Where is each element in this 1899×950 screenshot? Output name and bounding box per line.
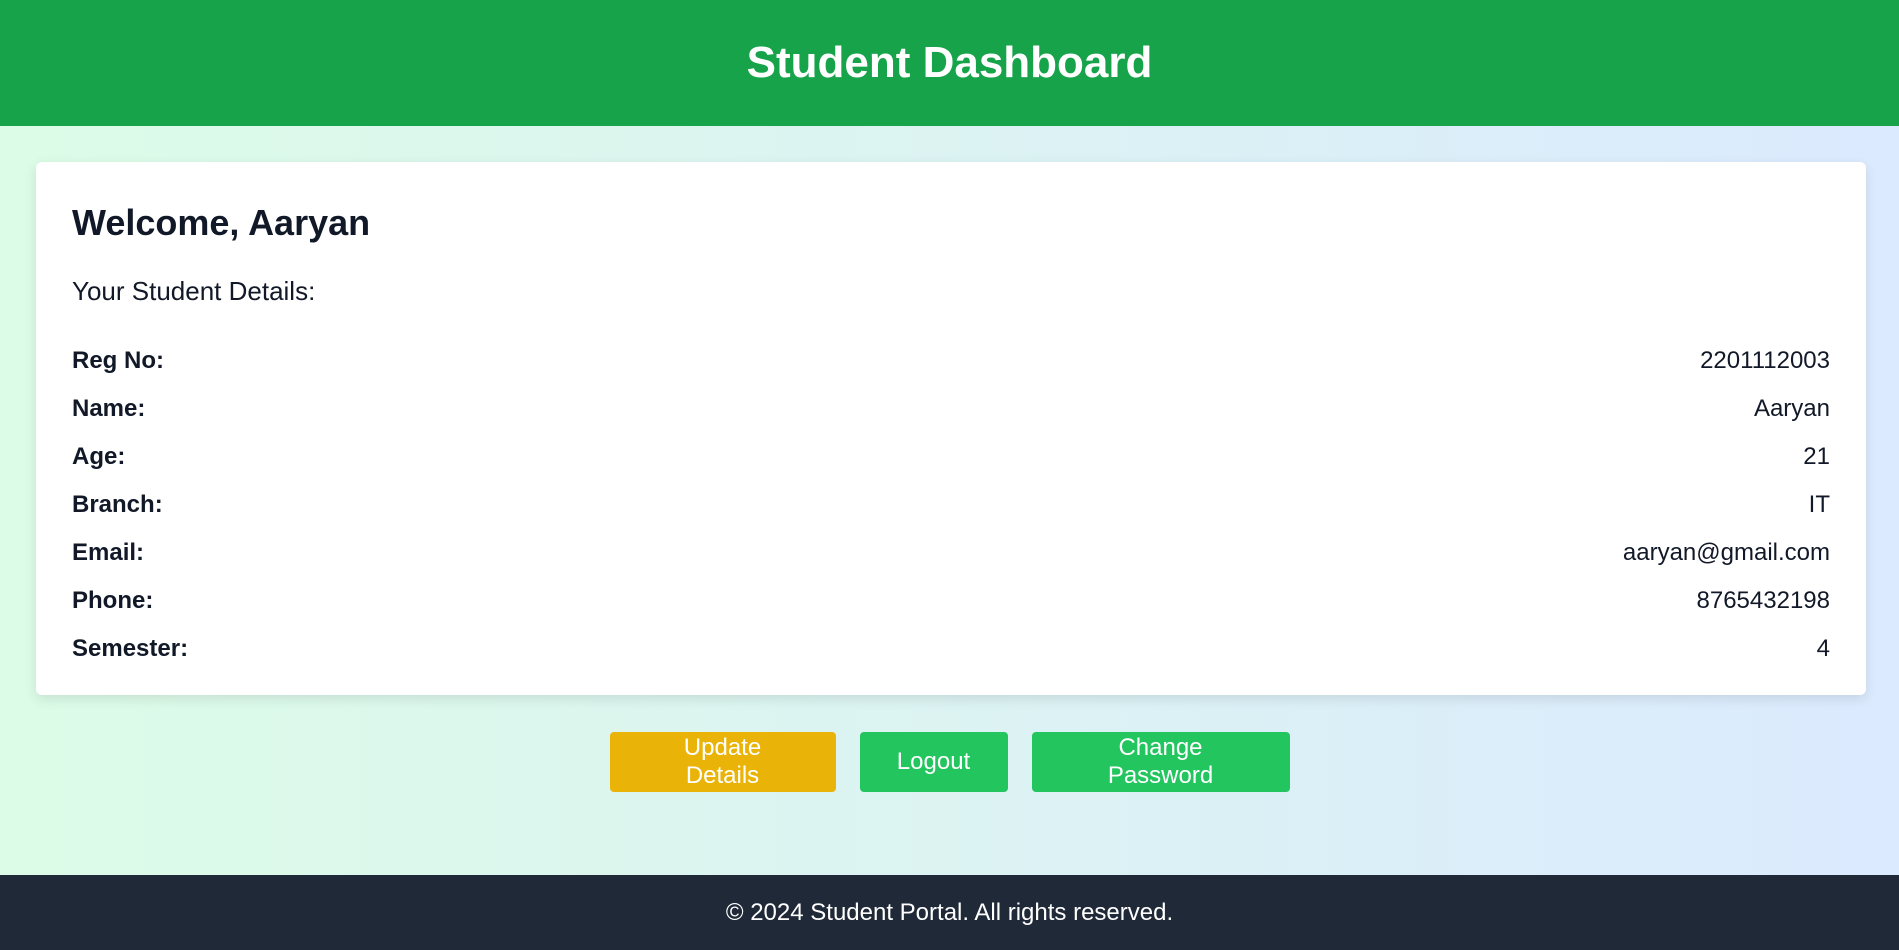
detail-label: Reg No: [72,347,164,374]
details-subtitle: Your Student Details: [72,276,316,306]
detail-value: 2201112003 [1700,347,1830,374]
detail-row-semester: Semester: 4 [72,625,1830,673]
detail-label: Phone: [72,587,154,614]
footer-copyright: © 2024 Student Portal. All rights reserv… [725,898,1174,926]
update-details-button[interactable]: Update Details [609,732,836,792]
detail-value: Aaryan [1753,395,1830,422]
detail-label: Name: [72,395,146,422]
page-title: Student Dashboard [746,38,1153,87]
welcome-heading: Welcome, Aaryan [72,202,371,243]
detail-row-email: Email: aaryan@gmail.com [72,529,1830,577]
detail-label: Email: [72,539,145,566]
detail-label: Age: [72,443,126,470]
detail-row-name: Name: Aaryan [72,385,1830,433]
student-details-card: Welcome, Aaryan Your Student Details: Re… [36,162,1866,695]
detail-value: 4 [1816,635,1830,662]
detail-value: 21 [1803,443,1830,470]
change-password-button[interactable]: Change Password [1031,732,1290,792]
detail-value: IT [1808,491,1830,518]
detail-value: 8765432198 [1696,587,1830,614]
detail-row-branch: Branch: IT [72,481,1830,529]
detail-row-phone: Phone: 8765432198 [72,577,1830,625]
detail-row-age: Age: 21 [72,433,1830,481]
details-list: Reg No: 2201112003 Name: Aaryan Age: 21 … [72,337,1830,673]
logout-button[interactable]: Logout [859,732,1008,792]
page-header: Student Dashboard [0,0,1899,126]
detail-row-reg-no: Reg No: 2201112003 [72,337,1830,385]
action-buttons: Update Details Logout Change Password [0,732,1899,792]
detail-label: Branch: [72,491,163,518]
detail-label: Semester: [72,635,189,662]
page-footer: © 2024 Student Portal. All rights reserv… [0,875,1899,950]
detail-value: aaryan@gmail.com [1622,539,1830,566]
